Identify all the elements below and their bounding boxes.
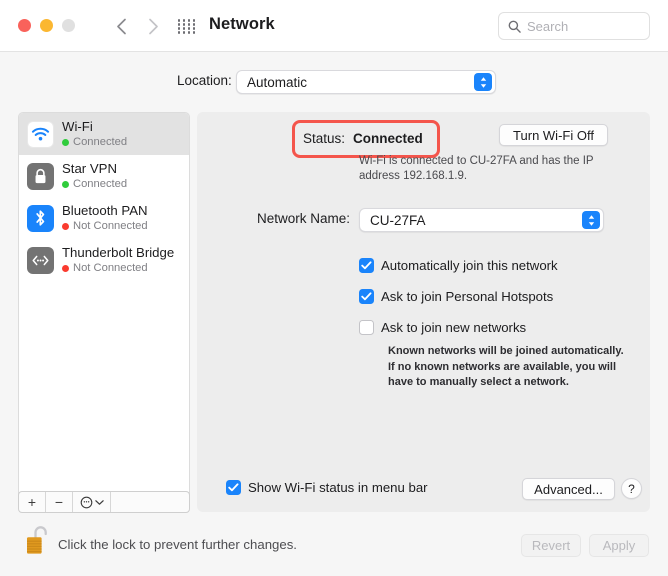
interface-status: Not Connected <box>62 262 174 275</box>
zoom-window-button[interactable] <box>62 19 75 32</box>
search-icon <box>508 20 521 33</box>
interface-name: Bluetooth PAN <box>62 203 148 218</box>
help-button[interactable]: ? <box>621 478 642 499</box>
status-dot-disconnected <box>62 223 69 230</box>
status-dot-disconnected <box>62 265 69 272</box>
checkbox-personal-hotspots-box[interactable] <box>359 289 374 304</box>
checkbox-new-networks-label: Ask to join new networks <box>381 320 526 335</box>
search-field[interactable] <box>498 12 650 40</box>
interface-status: Connected <box>62 136 127 149</box>
status-dot-connected <box>62 181 69 188</box>
interface-status: Not Connected <box>62 220 148 233</box>
remove-interface-label: − <box>55 494 63 510</box>
interface-action-menu-button[interactable] <box>73 492 111 512</box>
add-interface-button[interactable]: + <box>19 492 46 512</box>
chevron-left-icon <box>116 18 127 35</box>
sidebar-item-text: Thunderbolt Bridge Not Connected <box>62 245 174 274</box>
chevron-down-icon <box>95 499 104 506</box>
forward-button[interactable] <box>140 13 166 39</box>
interface-name: Star VPN <box>62 161 127 176</box>
revert-button[interactable]: Revert <box>521 534 581 557</box>
status-dot-connected <box>62 139 69 146</box>
title-bar: Network <box>0 0 668 52</box>
show-all-preferences-icon[interactable] <box>177 19 196 34</box>
remove-interface-button[interactable]: − <box>46 492 73 512</box>
chevron-right-icon <box>148 18 159 35</box>
checkbox-show-wifi-menu-bar-label: Show Wi-Fi status in menu bar <box>248 480 428 495</box>
interface-status-label: Not Connected <box>73 262 148 275</box>
interface-status-label: Connected <box>73 136 127 149</box>
interface-status-label: Connected <box>73 178 127 191</box>
unlocked-padlock-icon[interactable] <box>24 524 54 558</box>
checkbox-new-networks-box[interactable] <box>359 320 374 335</box>
sidebar-item-thunderbolt-bridge[interactable]: Thunderbolt Bridge Not Connected <box>19 239 189 281</box>
known-networks-hint: Known networks will be joined automatica… <box>388 344 626 391</box>
network-name-label: Network Name: <box>257 211 350 226</box>
location-label: Location: <box>177 73 232 88</box>
checkbox-auto-join-label: Automatically join this network <box>381 258 558 273</box>
close-window-button[interactable] <box>18 19 31 32</box>
interface-status-label: Not Connected <box>73 220 148 233</box>
checkbox-show-wifi-menu-bar-box[interactable] <box>226 480 241 495</box>
status-label: Status: <box>303 131 345 146</box>
network-interface-sidebar: Wi-Fi Connected Star VPN <box>18 112 190 512</box>
sidebar-item-text: Star VPN Connected <box>62 161 127 190</box>
lock-hint-text: Click the lock to prevent further change… <box>58 537 297 552</box>
interface-name: Thunderbolt Bridge <box>62 245 174 260</box>
search-input[interactable] <box>527 19 631 34</box>
location-row: Location: Automatic <box>0 70 668 96</box>
checkbox-personal-hotspots-label: Ask to join Personal Hotspots <box>381 289 553 304</box>
checkbox-personal-hotspots[interactable]: Ask to join Personal Hotspots <box>359 289 553 304</box>
checkbox-new-networks[interactable]: Ask to join new networks <box>359 320 526 335</box>
lock-icon <box>27 163 54 190</box>
toolbar-filler <box>111 492 189 512</box>
status-description: Wi-Fi is connected to CU-27FA and has th… <box>359 154 621 185</box>
network-name-dropdown[interactable]: CU-27FA <box>359 208 604 232</box>
location-dropdown[interactable]: Automatic <box>236 70 496 94</box>
apply-button[interactable]: Apply <box>589 534 649 557</box>
sidebar-toolbar: + − <box>18 491 190 513</box>
status-value: Connected <box>353 131 423 146</box>
interface-list: Wi-Fi Connected Star VPN <box>19 113 189 281</box>
wifi-icon <box>27 121 54 148</box>
checkbox-auto-join-box[interactable] <box>359 258 374 273</box>
sidebar-item-wifi[interactable]: Wi-Fi Connected <box>19 113 189 155</box>
thunderbolt-icon <box>27 247 54 274</box>
checkmark-icon <box>361 261 372 270</box>
checkmark-icon <box>228 483 239 492</box>
sidebar-item-star-vpn[interactable]: Star VPN Connected <box>19 155 189 197</box>
minimize-window-button[interactable] <box>40 19 53 32</box>
location-stepper-icon[interactable] <box>474 73 492 91</box>
gear-action-icon <box>80 496 93 509</box>
back-button[interactable] <box>108 13 134 39</box>
advanced-button[interactable]: Advanced... <box>522 478 615 500</box>
page-title: Network <box>209 15 275 34</box>
location-value: Automatic <box>247 75 307 90</box>
turn-wifi-off-button[interactable]: Turn Wi-Fi Off <box>499 124 608 146</box>
network-name-value: CU-27FA <box>370 213 426 228</box>
interface-name: Wi-Fi <box>62 119 127 134</box>
checkbox-show-wifi-menu-bar[interactable]: Show Wi-Fi status in menu bar <box>226 480 428 495</box>
sidebar-item-text: Bluetooth PAN Not Connected <box>62 203 148 232</box>
sidebar-item-text: Wi-Fi Connected <box>62 119 127 148</box>
network-name-stepper-icon[interactable] <box>582 211 600 229</box>
wifi-settings-panel: Status: Connected Turn Wi-Fi Off Wi-Fi i… <box>197 112 650 512</box>
network-preferences-window: Network Location: Automatic <box>0 0 668 576</box>
checkmark-icon <box>361 292 372 301</box>
bluetooth-icon <box>27 205 54 232</box>
sidebar-item-bluetooth-pan[interactable]: Bluetooth PAN Not Connected <box>19 197 189 239</box>
interface-status: Connected <box>62 178 127 191</box>
add-interface-label: + <box>28 494 36 510</box>
checkbox-auto-join[interactable]: Automatically join this network <box>359 258 558 273</box>
